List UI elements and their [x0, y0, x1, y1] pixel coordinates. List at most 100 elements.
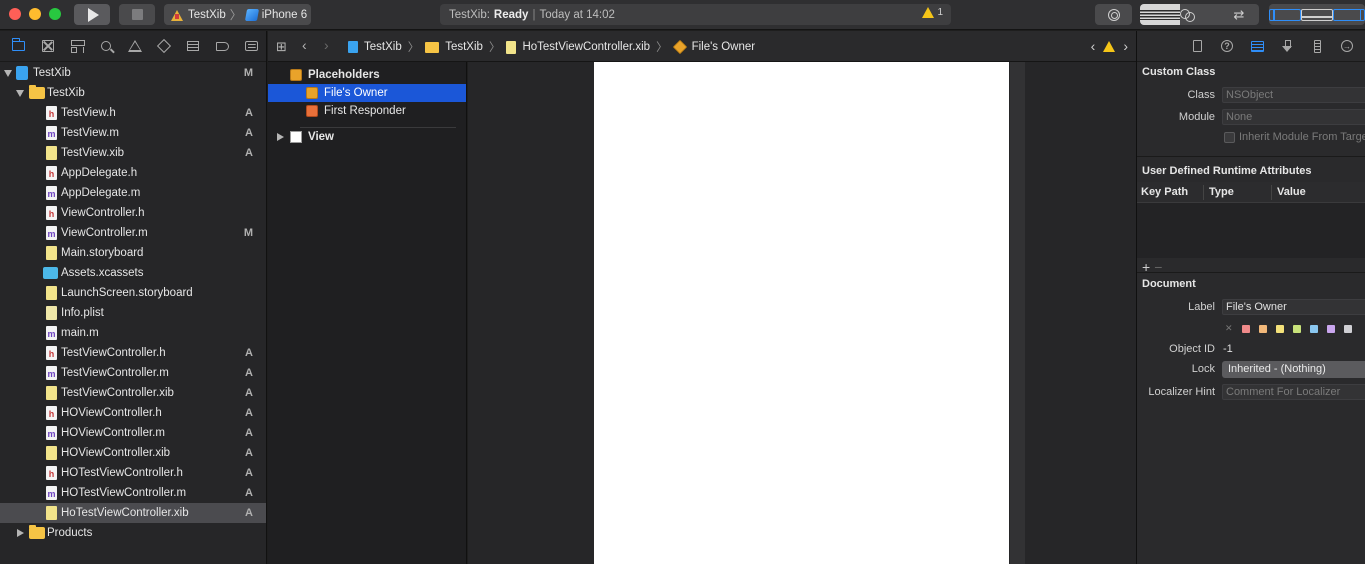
color-swatch[interactable] — [1343, 324, 1352, 333]
assistant-editor-button[interactable] — [1179, 4, 1220, 25]
activity-viewer: TestXib: Ready | Today at 14:02 1 — [440, 4, 951, 25]
color-swatch[interactable] — [1292, 324, 1301, 333]
warning-indicator[interactable]: 1 — [922, 7, 943, 18]
disclosure-open-icon[interactable] — [4, 70, 12, 77]
close-window-button[interactable] — [9, 8, 21, 20]
tab-test-navigator[interactable] — [150, 35, 179, 57]
tab-file-inspector[interactable] — [1182, 40, 1212, 52]
color-swatch[interactable] — [1241, 324, 1250, 333]
tree-row-file[interactable]: h TestViewController.h A — [0, 343, 266, 363]
tree-row-file[interactable]: h TestView.h A — [0, 103, 266, 123]
custom-class-title: Custom Class — [1142, 66, 1216, 78]
toggle-inspector-button[interactable] — [1333, 4, 1365, 25]
forward-chevron-icon[interactable]: › — [324, 37, 329, 53]
scheme-selector[interactable]: TestXib 〉 iPhone 6 — [164, 4, 311, 25]
breadcrumb-item[interactable]: TestXib — [364, 41, 402, 53]
column-header-value[interactable]: Value — [1277, 186, 1306, 198]
runtime-attributes-table[interactable] — [1137, 203, 1365, 258]
outline-first-responder[interactable]: First Responder — [268, 102, 466, 120]
tree-row-file[interactable]: m TestView.m A — [0, 123, 266, 143]
interface-builder-canvas[interactable] — [468, 62, 1136, 564]
breadcrumb-item[interactable]: HoTestViewController.xib — [522, 41, 650, 53]
tab-size-inspector[interactable] — [1302, 39, 1332, 53]
tab-find-navigator[interactable] — [91, 35, 120, 57]
outline-placeholders-header[interactable]: Placeholders — [268, 66, 466, 84]
tree-row-file[interactable]: TestView.xib A — [0, 143, 266, 163]
outline-label: First Responder — [324, 105, 406, 117]
tab-report-navigator[interactable] — [237, 35, 266, 57]
object-id-label: Object ID — [1169, 343, 1215, 355]
tree-row-products[interactable]: Products — [0, 523, 266, 543]
tree-row-file[interactable]: m main.m — [0, 323, 266, 343]
minimize-window-button[interactable] — [29, 8, 41, 20]
tab-attributes-inspector[interactable] — [1272, 40, 1302, 52]
tree-row-file[interactable]: h HOTestViewController.h A — [0, 463, 266, 483]
document-label-field[interactable]: File's Owner — [1222, 299, 1365, 315]
color-swatch[interactable] — [1326, 324, 1335, 333]
module-field[interactable]: None — [1222, 109, 1365, 125]
tab-breakpoint-navigator[interactable] — [208, 35, 237, 57]
navigator-tabs — [0, 31, 266, 62]
outline-files-owner[interactable]: File's Owner — [268, 84, 466, 102]
disclosure-open-icon[interactable] — [16, 90, 24, 97]
tab-project-navigator[interactable] — [4, 35, 33, 57]
color-swatch[interactable] — [1309, 324, 1318, 333]
view-canvas[interactable] — [594, 62, 1009, 564]
tree-row-file[interactable]: m ViewController.m M — [0, 223, 266, 243]
class-field[interactable]: NSObject — [1222, 87, 1365, 103]
m-file-icon: m — [46, 186, 57, 200]
tree-row-file[interactable]: HoTestViewController.xib A — [0, 503, 266, 523]
inherit-module-label: Inherit Module From Target — [1239, 131, 1365, 143]
run-button[interactable] — [74, 4, 110, 25]
standard-editor-button[interactable] — [1140, 4, 1180, 25]
localizer-hint-field[interactable]: Comment For Localizer — [1222, 384, 1365, 400]
tree-row-file[interactable]: HOViewController.xib A — [0, 443, 266, 463]
tab-identity-inspector[interactable] — [1242, 40, 1272, 52]
tree-row-file[interactable]: Info.plist — [0, 303, 266, 323]
tree-row-file[interactable]: h ViewController.h — [0, 203, 266, 223]
section-divider — [1137, 272, 1365, 273]
tree-row-file[interactable]: m HOTestViewController.m A — [0, 483, 266, 503]
tree-row-file[interactable]: h AppDelegate.h — [0, 163, 266, 183]
tree-row-file[interactable]: LaunchScreen.storyboard — [0, 283, 266, 303]
color-swatch[interactable] — [1275, 324, 1284, 333]
library-button[interactable] — [1095, 4, 1132, 25]
toggle-navigator-button[interactable] — [1269, 4, 1301, 25]
tab-symbol-navigator[interactable] — [62, 35, 91, 57]
color-swatch[interactable] — [1258, 324, 1267, 333]
tab-quick-help[interactable]: ? — [1212, 40, 1242, 52]
tree-row-file[interactable]: m AppDelegate.m — [0, 183, 266, 203]
tree-row-file[interactable]: Main.storyboard — [0, 243, 266, 263]
tree-row-file[interactable]: Assets.xcassets — [0, 263, 266, 283]
column-header-key-path[interactable]: Key Path — [1141, 186, 1188, 198]
tree-row-file[interactable]: TestViewController.xib A — [0, 383, 266, 403]
h-file-icon: h — [46, 466, 57, 480]
tab-debug-navigator[interactable] — [179, 35, 208, 57]
disclosure-closed-icon[interactable] — [277, 133, 284, 141]
version-editor-button[interactable]: ⇄ — [1219, 4, 1259, 25]
column-header-type[interactable]: Type — [1209, 186, 1234, 198]
tree-row-group[interactable]: TestXib — [0, 83, 266, 103]
tab-issue-navigator[interactable] — [120, 35, 149, 57]
related-items-icon[interactable]: ⊞ — [276, 39, 287, 55]
tree-row-file[interactable]: m TestViewController.m A — [0, 363, 266, 383]
lock-popup[interactable]: Inherited - (Nothing) — [1222, 361, 1365, 378]
tab-connections-inspector[interactable]: → — [1332, 40, 1362, 52]
back-chevron-icon[interactable]: ‹ — [302, 37, 307, 53]
disclosure-closed-icon[interactable] — [17, 529, 24, 537]
toggle-debug-area-button[interactable] — [1301, 4, 1333, 25]
outline-view[interactable]: View — [268, 128, 466, 146]
tab-source-control-navigator[interactable] — [33, 35, 62, 57]
breadcrumb-item[interactable]: File's Owner — [692, 41, 756, 53]
breadcrumb-item[interactable]: TestXib — [445, 41, 483, 53]
warning-icon[interactable] — [1103, 40, 1116, 52]
previous-issue-icon[interactable]: ‹ — [1091, 38, 1096, 54]
tree-row-project[interactable]: TestXib M — [0, 63, 266, 83]
zoom-window-button[interactable] — [49, 8, 61, 20]
stop-button[interactable] — [119, 4, 155, 25]
next-issue-icon[interactable]: › — [1123, 38, 1128, 54]
tree-row-file[interactable]: m HOViewController.m A — [0, 423, 266, 443]
inherit-module-checkbox[interactable] — [1224, 132, 1235, 143]
clear-color-icon[interactable]: ✕ — [1225, 323, 1233, 334]
tree-row-file[interactable]: h HOViewController.h A — [0, 403, 266, 423]
